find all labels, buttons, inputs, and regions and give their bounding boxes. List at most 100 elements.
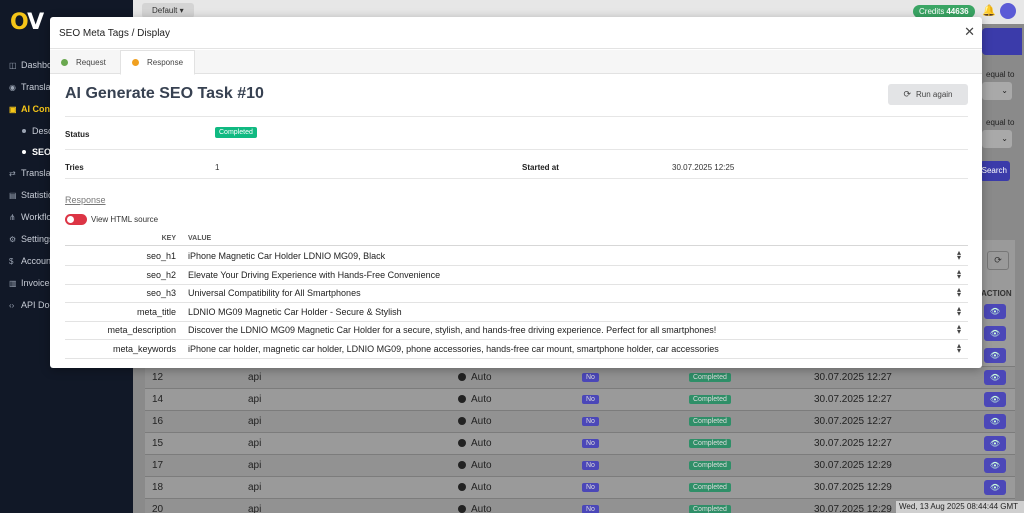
tries-label: Tries (65, 163, 84, 172)
filter-label: equal to (986, 70, 1015, 79)
invoice-icon: ▥ (9, 278, 17, 288)
gear-icon: ⚙ (9, 234, 17, 244)
view-icon[interactable]: 👁 (984, 326, 1006, 341)
task-source: api (248, 460, 262, 471)
workspace-dropdown[interactable]: Default ▾ (142, 3, 194, 18)
tab-response[interactable]: Response (120, 50, 195, 75)
view-html-toggle-group: View HTML source (65, 214, 158, 225)
view-icon[interactable]: 👁 (984, 370, 1006, 385)
sort-icon[interactable]: ▴ ▾ (957, 249, 961, 262)
response-link[interactable]: Response (65, 195, 106, 205)
kv-key: meta_description (107, 325, 176, 335)
chart-icon: ▤ (9, 190, 17, 200)
task-date: 30.07.2025 12:29 (814, 504, 892, 513)
logo[interactable]: OV (10, 10, 44, 35)
kv-value: Elevate Your Driving Experience with Han… (188, 269, 441, 280)
avatar[interactable] (1000, 3, 1016, 19)
task-id: 18 (152, 482, 164, 493)
task-source: api (248, 372, 262, 383)
view-icon[interactable]: 👁 (984, 458, 1006, 473)
table-row[interactable]: 16 api Auto No Completed 30.07.2025 12:27 👁 (145, 410, 1015, 432)
task-source: api (248, 482, 262, 493)
kv-key: seo_h2 (146, 269, 176, 280)
view-icon[interactable]: 👁 (984, 392, 1006, 407)
kv-value: Universal Compatibility for All Smartpho… (188, 288, 361, 298)
started-label: Started at (522, 163, 559, 172)
kv-value: iPhone car holder, magnetic car holder, … (188, 343, 719, 354)
dollar-icon: $ (9, 256, 14, 266)
status-badge: Completed (689, 395, 731, 404)
clock: Wed, 13 Aug 2025 08:44:44 GMT (896, 501, 1024, 513)
sort-icon[interactable]: ▴ ▾ (957, 304, 961, 317)
sort-icon[interactable]: ▴ ▾ (957, 286, 961, 299)
view-icon[interactable]: 👁 (984, 348, 1006, 363)
task-id: 17 (152, 460, 164, 471)
status-badge: Completed (689, 461, 731, 470)
task-id: 20 (152, 504, 164, 513)
globe-icon (458, 505, 466, 513)
table-row[interactable]: 12 api Auto No Completed 30.07.2025 12:27 👁 (145, 366, 1015, 388)
action-column-header: ACTION (981, 289, 1012, 298)
flag-badge: No (582, 505, 599, 513)
globe-icon (458, 373, 466, 381)
view-icon[interactable]: 👁 (984, 414, 1006, 429)
workflow-icon: ⋔ (9, 212, 16, 222)
flag-badge: No (582, 439, 599, 448)
filter-label: equal to (986, 118, 1015, 127)
modal-header: SEO Meta Tags / Display ✕ (50, 17, 982, 49)
task-title: AI Generate SEO Task #10 (65, 85, 264, 102)
table-row[interactable]: 14 api Auto No Completed 30.07.2025 12:27 👁 (145, 388, 1015, 410)
tab-request[interactable]: Request (50, 50, 120, 74)
chevron-down-icon: ⌄ (1001, 86, 1008, 95)
table-row[interactable]: 15 api Auto No Completed 30.07.2025 12:27 👁 (145, 432, 1015, 454)
view-icon[interactable]: 👁 (984, 304, 1006, 319)
task-mode: Auto (458, 504, 492, 513)
sort-icon[interactable]: ▴ ▾ (957, 341, 961, 354)
kv-key: seo_h1 (146, 251, 176, 261)
sort-icon[interactable]: ▴ ▾ (957, 267, 961, 280)
primary-action-button[interactable] (982, 28, 1022, 55)
view-html-toggle[interactable] (65, 214, 87, 225)
flag-badge: No (582, 461, 599, 470)
refresh-icon[interactable]: ⟳ (987, 251, 1009, 270)
filter-select[interactable]: ⌄ (982, 82, 1012, 100)
kv-row: seo_h2 Elevate Your Driving Experience wi… (65, 266, 968, 285)
task-source: api (248, 438, 262, 449)
status-label: Status (65, 130, 90, 139)
flag-badge: No (582, 483, 599, 492)
status-badge: Completed (689, 373, 731, 382)
kv-key: seo_h3 (146, 288, 176, 298)
task-id: 12 (152, 372, 164, 383)
globe-icon (458, 461, 466, 469)
table-row[interactable]: 20apiAutoNoCompleted30.07.2025 12:29👁 (145, 498, 1015, 513)
status-badge: Completed (689, 439, 731, 448)
filter-select[interactable]: ⌄ (982, 130, 1012, 148)
run-again-button[interactable]: ⟳ Run again (888, 84, 968, 105)
tries-value: 1 (215, 163, 220, 172)
close-icon[interactable]: ✕ (964, 24, 975, 40)
task-id: 15 (152, 438, 164, 449)
translate-icon: ⇄ (9, 168, 16, 178)
search-button[interactable]: Search (980, 161, 1010, 181)
status-badge: Completed (215, 127, 257, 138)
task-mode: Auto (458, 460, 492, 471)
task-id: 14 (152, 394, 164, 405)
status-badge: Completed (689, 483, 731, 492)
table-row[interactable]: 17 api Auto No Completed 30.07.2025 12:29 👁 (145, 454, 1015, 476)
robot-icon: ▣ (9, 104, 17, 114)
view-icon[interactable]: 👁 (984, 480, 1006, 495)
flag-badge: No (582, 417, 599, 426)
kv-value: LDNIO MG09 Magnetic Car Holder - Secure … (188, 306, 402, 317)
kv-value: Discover the LDNIO MG09 Magnetic Car Hol… (188, 325, 717, 335)
sort-icon[interactable]: ▴ ▾ (957, 323, 961, 336)
task-date: 30.07.2025 12:27 (814, 394, 892, 405)
dashboard-icon: ◫ (9, 60, 17, 70)
table-row[interactable]: 18 api Auto No Completed 30.07.2025 12:29 👁 (145, 476, 1015, 498)
view-icon[interactable]: 👁 (984, 436, 1006, 451)
globe-icon (458, 439, 466, 447)
kv-value: iPhone Magnetic Car Holder LDNIO MG09, B… (188, 251, 386, 261)
task-date: 30.07.2025 12:29 (814, 460, 892, 471)
view-html-label: View HTML source (91, 215, 159, 224)
bell-icon[interactable]: 🔔 (982, 4, 996, 17)
code-icon: ‹› (9, 300, 15, 310)
